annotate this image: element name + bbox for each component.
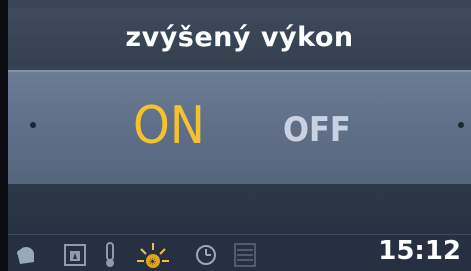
display-screen: zvýšený výkon ON OFF ☀ 15:12 — [0, 0, 471, 271]
svg-text:☀: ☀ — [148, 257, 157, 268]
option-on[interactable]: ON — [133, 96, 205, 156]
menu-lines-icon[interactable] — [230, 241, 260, 269]
glove-icon[interactable] — [12, 241, 40, 269]
clock: 15:12 — [378, 236, 461, 266]
timer-icon[interactable] — [192, 241, 220, 269]
fireplace-icon[interactable] — [60, 241, 90, 269]
empty-area — [8, 184, 471, 234]
on-off-selector[interactable]: ON OFF — [8, 70, 471, 184]
bezel — [0, 0, 8, 271]
sun-icon[interactable]: ☀ — [133, 241, 173, 269]
page-title: zvýšený výkon — [125, 21, 354, 53]
option-off[interactable]: OFF — [283, 110, 351, 150]
title-bar: zvýšený výkon — [8, 8, 471, 66]
status-bar: ☀ 15:12 — [8, 234, 471, 271]
scroll-right-indicator-icon[interactable] — [458, 122, 464, 128]
thermometer-icon[interactable] — [100, 241, 120, 269]
scroll-left-indicator-icon[interactable] — [30, 122, 36, 128]
